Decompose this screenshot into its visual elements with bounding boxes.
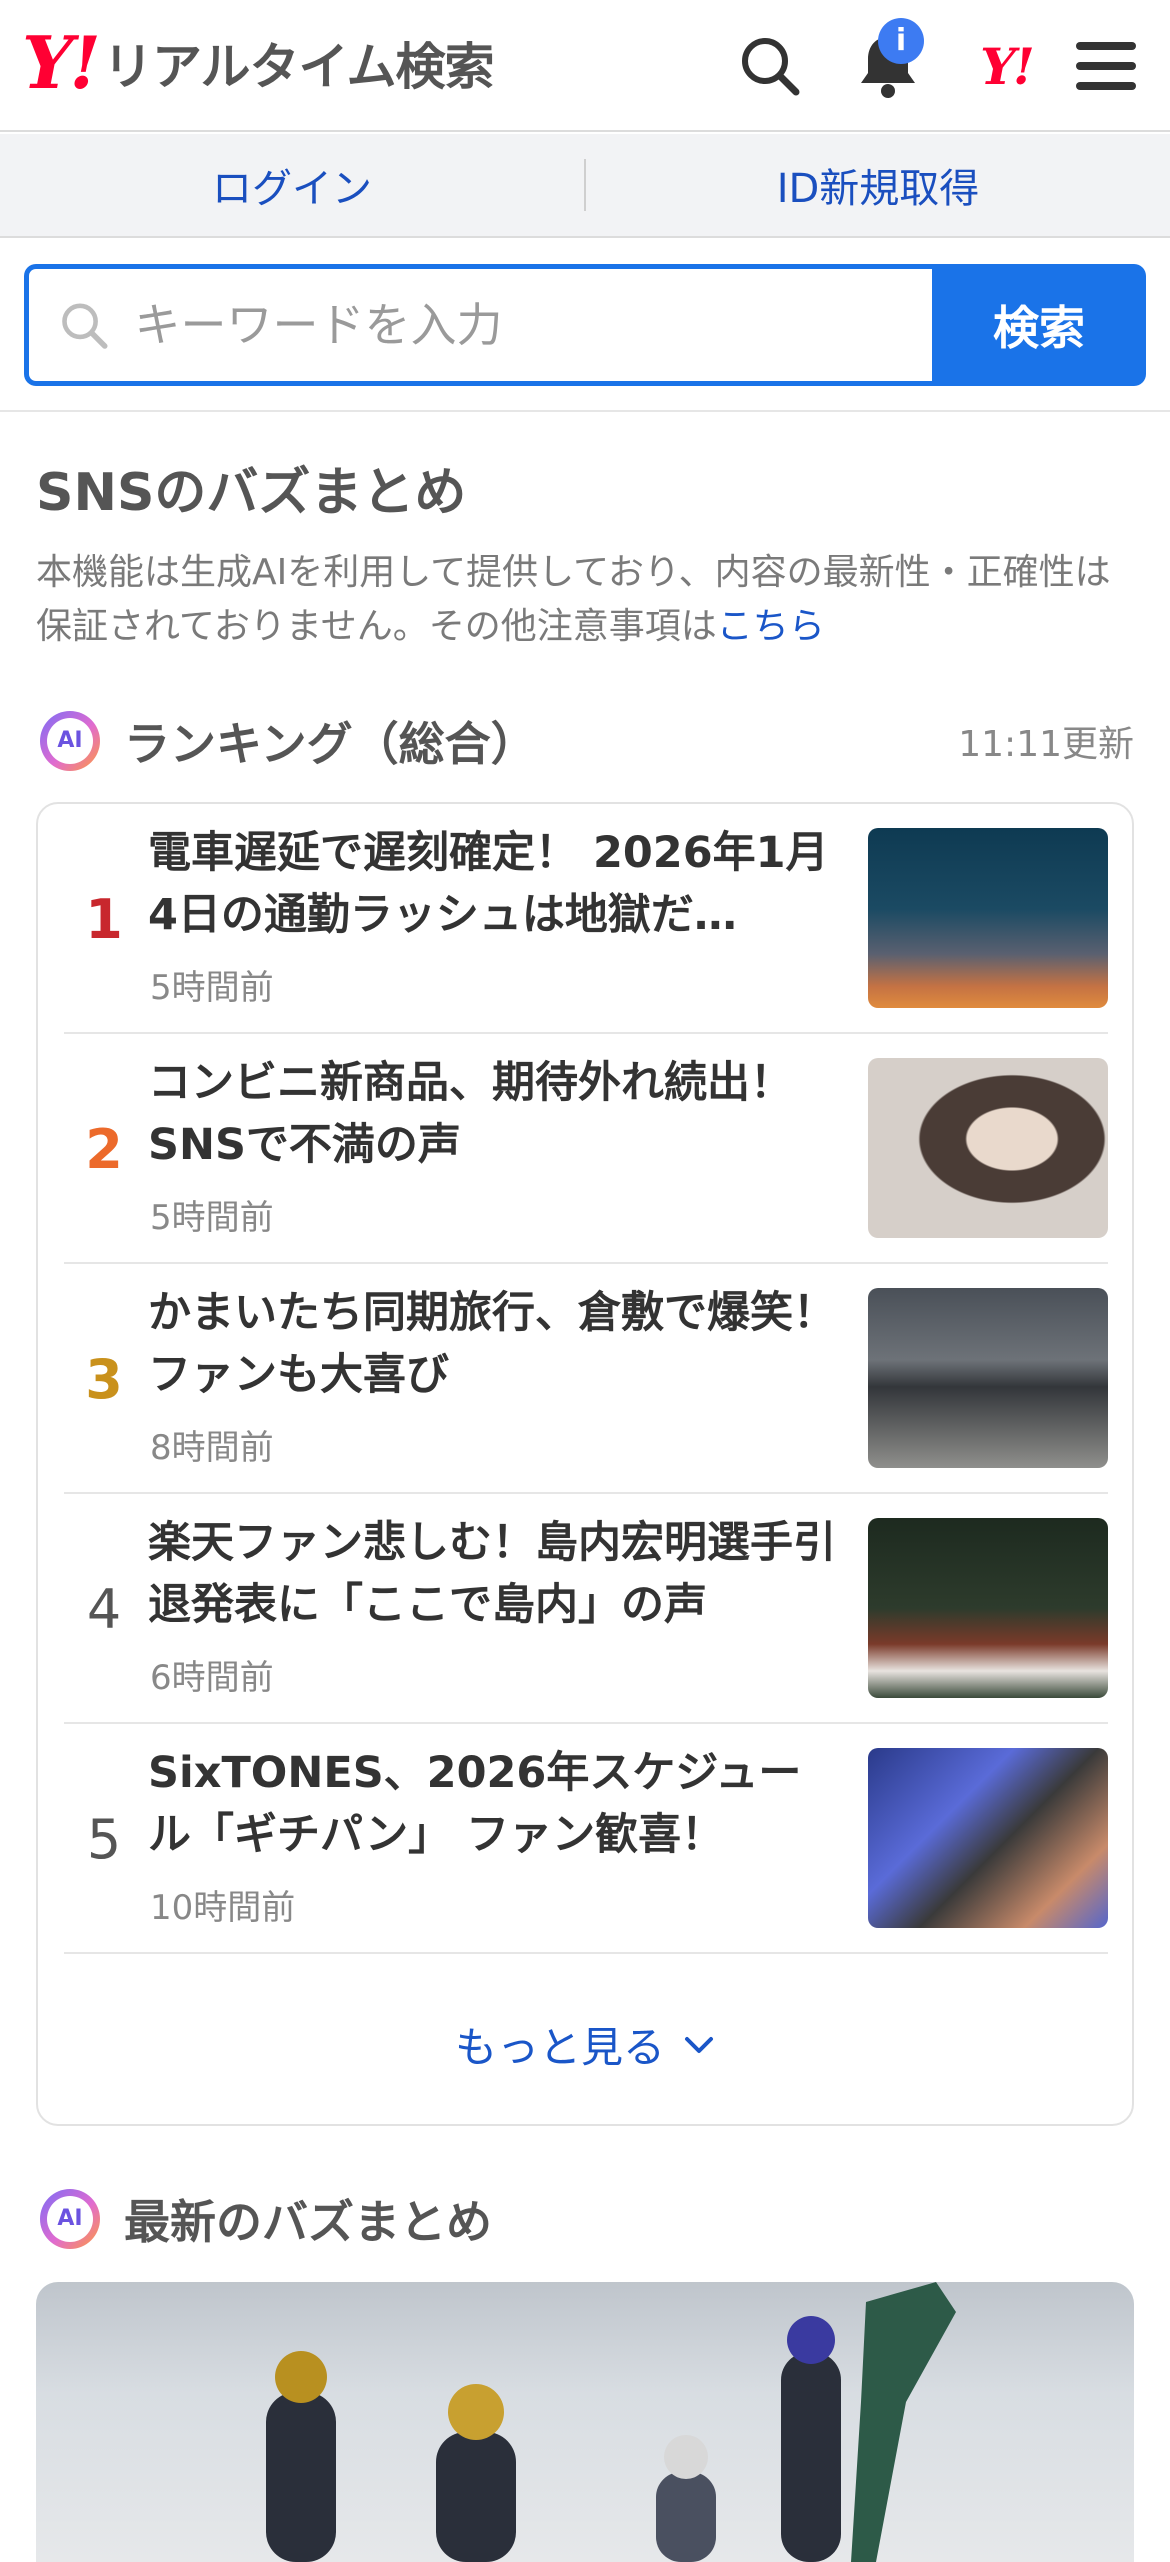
ai-notice: 本機能は生成AIを利用して提供しており、内容の最新性・正確性は保証されておりませ…: [36, 546, 1136, 654]
app-header: Y! リアルタイム検索 i Y!: [0, 0, 1170, 132]
chevron-down-icon: [685, 2037, 713, 2053]
latest-feature-image[interactable]: [36, 2282, 1134, 2562]
ranking-header: AI ランキング（総合） 11:11更新: [40, 708, 1134, 774]
ranking-item-time: 5時間前: [150, 1198, 274, 1238]
latest-title: 最新のバズまとめ: [124, 2195, 492, 2249]
search-input[interactable]: [132, 297, 932, 353]
ranking-item-time: 5時間前: [150, 968, 274, 1008]
ranking-item-thumbnail: [868, 828, 1108, 1008]
ai-icon-label: AI: [47, 2196, 93, 2242]
ranking-item-title: コンビニ新商品、期待外れ続出！SNSで不満の声: [148, 1058, 793, 1170]
show-more-label: もっと見る: [454, 2022, 665, 2072]
ranking-item[interactable]: 2 コンビニ新商品、期待外れ続出！SNSで不満の声 5時間前: [64, 1034, 1108, 1264]
updated-time: 11:11更新: [958, 724, 1134, 765]
yahoo-realtime-logo[interactable]: Y! リアルタイム検索: [22, 20, 495, 105]
search-box[interactable]: [24, 264, 932, 386]
latest-header: AI 最新のバズまとめ: [40, 2186, 492, 2252]
ranking-item-time: 6時間前: [150, 1658, 274, 1698]
ranking-item-time: 10時間前: [150, 1888, 296, 1928]
notification-badge: i: [878, 18, 924, 64]
register-link[interactable]: ID新規取得: [586, 156, 1170, 214]
search-form: 検索: [24, 264, 1146, 386]
ai-notice-text: 本機能は生成AIを利用して提供しており、内容の最新性・正確性は保証されておりませ…: [36, 552, 1111, 647]
menu-icon[interactable]: [1064, 24, 1148, 108]
rank-number: 1: [85, 887, 123, 951]
rank-number: 3: [85, 1347, 123, 1411]
notice-link[interactable]: こちら: [717, 606, 825, 647]
notification-button[interactable]: i: [846, 18, 930, 108]
ranking-item[interactable]: 4 楽天ファン悲しむ！島内宏明選手引退発表に「ここで島内」の声 6時間前: [64, 1494, 1108, 1724]
section-divider: [0, 410, 1170, 412]
login-link[interactable]: ログイン: [0, 156, 584, 214]
ranking-item-thumbnail: [868, 1748, 1108, 1928]
ranking-item-time: 8時間前: [150, 1428, 274, 1468]
rank-number: 2: [85, 1117, 123, 1181]
search-button[interactable]: 検索: [932, 264, 1146, 386]
search-icon[interactable]: [728, 24, 812, 108]
yahoo-logo-mark: Y!: [22, 20, 101, 105]
ranking-item-title: 楽天ファン悲しむ！島内宏明選手引退発表に「ここで島内」の声: [148, 1518, 836, 1630]
latest-image-figures: [266, 2282, 956, 2562]
yahoo-japan-link[interactable]: Y!: [964, 24, 1048, 108]
login-bar: ログイン ID新規取得: [0, 134, 1170, 238]
show-more-button[interactable]: もっと見る: [38, 1984, 1136, 2104]
ranking-card: 1 電車遅延で遅刻確定！ 2026年1月4日の通勤ラッシュは地獄だ… 5時間前 …: [36, 802, 1134, 2126]
ranking-title: ランキング（総合）: [124, 717, 537, 771]
ranking-item-thumbnail: [868, 1058, 1108, 1238]
ai-icon: AI: [40, 2189, 100, 2249]
ranking-item[interactable]: 5 SixTONES、2026年スケジュール「ギチパン」 ファン歓喜！ 10時間…: [64, 1724, 1108, 1954]
yahoo-japan-mark: Y!: [980, 36, 1035, 96]
search-field-icon: [62, 303, 108, 349]
logo-text: リアルタイム検索: [103, 38, 494, 96]
ai-icon: AI: [40, 711, 100, 771]
rank-number: 4: [86, 1577, 122, 1641]
ranking-item-thumbnail: [868, 1518, 1108, 1698]
ai-icon-label: AI: [47, 718, 93, 764]
rank-number: 5: [86, 1807, 122, 1871]
ranking-item-thumbnail: [868, 1288, 1108, 1468]
ranking-item-title: かまいたち同期旅行、倉敷で爆笑！ファンも大喜び: [148, 1288, 836, 1400]
section-title: SNSのバズまとめ: [36, 463, 467, 523]
ranking-item-title: 電車遅延で遅刻確定！ 2026年1月4日の通勤ラッシュは地獄だ…: [148, 828, 829, 940]
ranking-item[interactable]: 3 かまいたち同期旅行、倉敷で爆笑！ファンも大喜び 8時間前: [64, 1264, 1108, 1494]
ranking-item[interactable]: 1 電車遅延で遅刻確定！ 2026年1月4日の通勤ラッシュは地獄だ… 5時間前: [64, 804, 1108, 1034]
ranking-item-title: SixTONES、2026年スケジュール「ギチパン」 ファン歓喜！: [148, 1748, 802, 1860]
